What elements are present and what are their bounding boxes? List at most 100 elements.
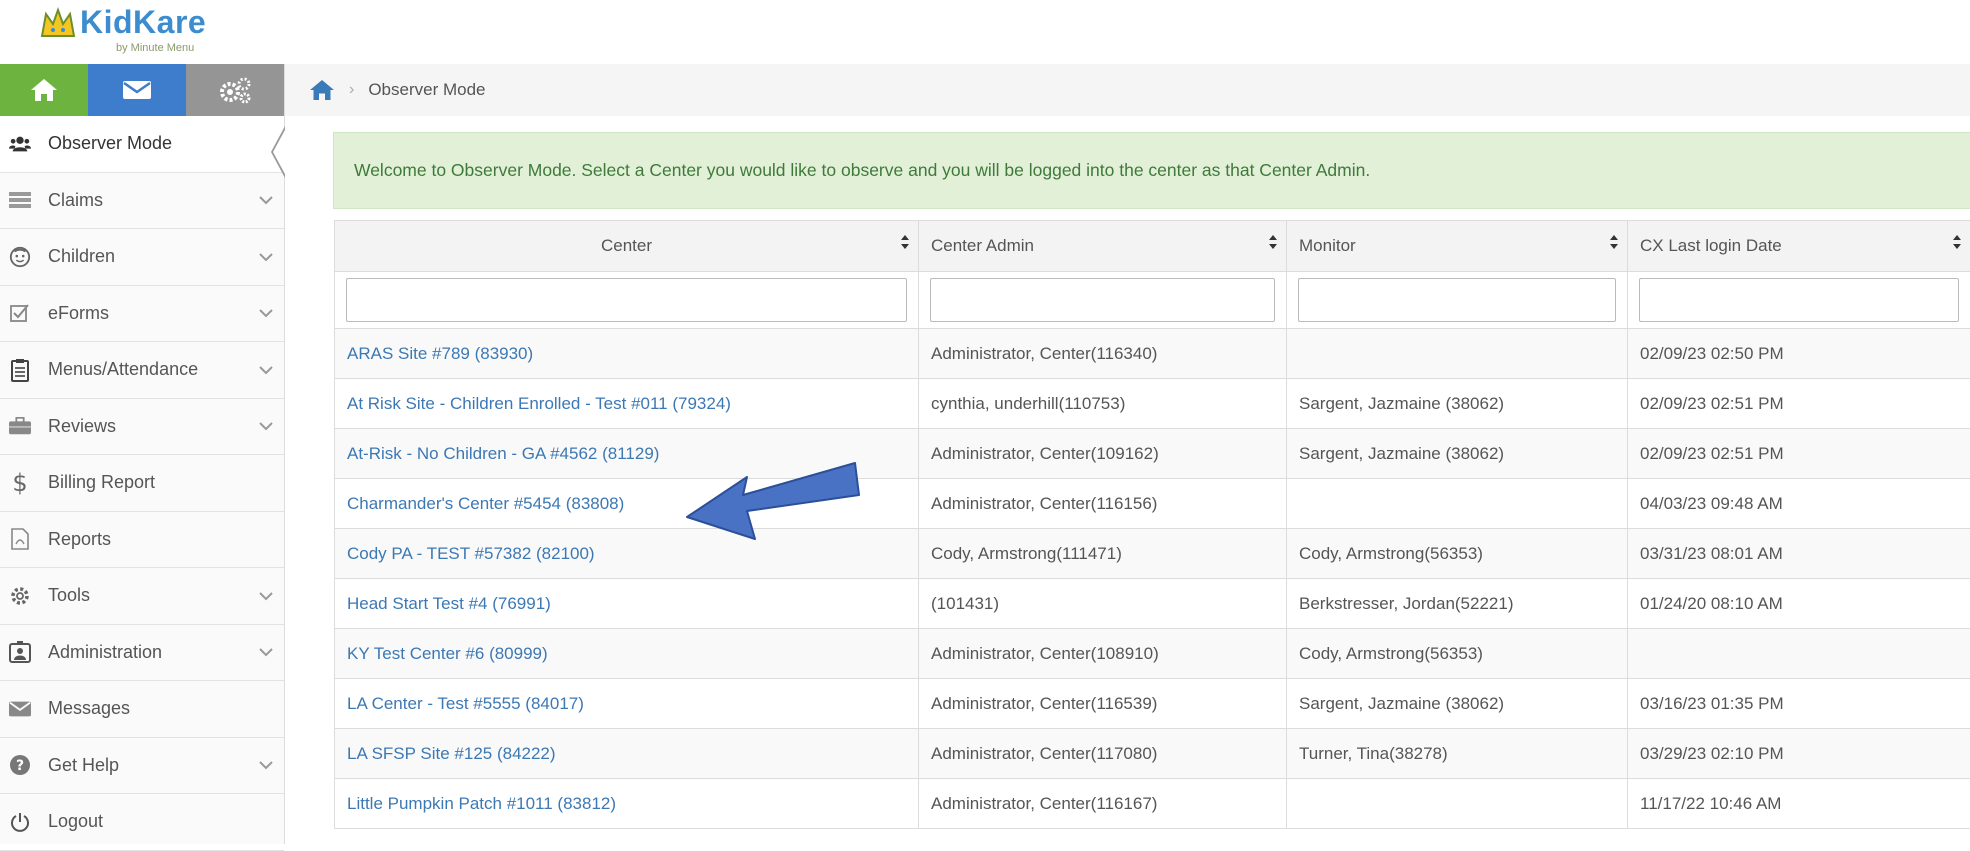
settings-button[interactable] (186, 64, 284, 116)
sidebar-item-claims[interactable]: Claims (0, 173, 284, 230)
breadcrumb: › Observer Mode (285, 64, 1970, 116)
column-header-monitor[interactable]: Monitor (1287, 221, 1628, 272)
column-header-last-login[interactable]: CX Last login Date (1628, 221, 1970, 272)
filter-row (335, 272, 1970, 329)
sidebar-item-label: Tools (48, 585, 90, 606)
sidebar-item-logout[interactable]: Logout (0, 794, 284, 851)
chevron-down-icon (258, 591, 274, 601)
mail-button[interactable] (88, 64, 186, 116)
center-cell: LA SFSP Site #125 (84222) (335, 729, 919, 779)
question-icon: ? (9, 754, 31, 776)
column-header-label: Center Admin (931, 236, 1034, 255)
breadcrumb-home-icon[interactable] (309, 79, 335, 101)
pdf-file-icon (9, 528, 31, 550)
centers-table: Center Center Admin Monitor CX Last logi… (334, 220, 1970, 829)
last-login-cell: 02/09/23 02:51 PM (1628, 379, 1970, 429)
monitor-cell: Cody, Armstrong(56353) (1287, 529, 1628, 579)
table-row[interactable]: Cody PA - TEST #57382 (82100) Cody, Armst… (335, 529, 1970, 579)
table-row[interactable]: Little Pumpkin Patch #1011 (83812)Admini… (335, 779, 1970, 829)
center-link[interactable]: LA Center - Test #5555 (84017) (347, 694, 584, 713)
table-row[interactable]: At-Risk - No Children - GA #4562 (81129)… (335, 429, 1970, 479)
cell-text: Administrator, Center(108910) (931, 644, 1159, 663)
last-login-filter-input[interactable] (1639, 278, 1959, 322)
sidebar-item-tools[interactable]: Tools (0, 568, 284, 625)
cell-text: Administrator, Center(116156) (931, 494, 1157, 513)
table-row[interactable]: ARAS Site #789 (83930) Administrator, Cen… (335, 329, 1970, 379)
cell-text: 02/09/23 02:50 PM (1640, 344, 1784, 363)
cell-text: Administrator, Center(117080) (931, 744, 1157, 763)
chevron-down-icon (258, 760, 274, 770)
center-filter-input[interactable] (346, 278, 907, 322)
sidebar-item-observer-mode[interactable]: Observer Mode (0, 116, 284, 173)
center-link[interactable]: LA SFSP Site #125 (84222) (347, 744, 556, 763)
sidebar-item-administration[interactable]: Administration (0, 625, 284, 682)
center-link[interactable]: Cody PA - TEST #57382 (82100) (347, 544, 595, 563)
sidebar-nav: Observer Mode Claims Children eForms (0, 116, 284, 851)
center-admin-cell: Administrator, Center(117080) (919, 729, 1287, 779)
table-row[interactable]: LA Center - Test #5555 (84017) Administra… (335, 679, 1970, 729)
sidebar-item-label: Children (48, 246, 115, 267)
monitor-filter-input[interactable] (1298, 278, 1616, 322)
sidebar-item-label: Reports (48, 529, 111, 550)
logo-brand-text: KidKare (80, 4, 206, 41)
logo-mark-icon (38, 6, 78, 42)
filter-cell (335, 272, 919, 329)
sidebar-item-billing-report[interactable]: $ Billing Report (0, 455, 284, 512)
center-admin-cell: Administrator, Center(116340) (919, 329, 1287, 379)
center-link[interactable]: KY Test Center #6 (80999) (347, 644, 548, 663)
dollar-icon: $ (9, 472, 31, 494)
cell-text: Cody, Armstrong(56353) (1299, 544, 1483, 563)
monitor-cell: Cody, Armstrong(56353) (1287, 629, 1628, 679)
center-admin-cell: cynthia, underhill(110753) (919, 379, 1287, 429)
power-icon (9, 811, 31, 833)
monitor-cell: Berkstresser, Jordan(52221) (1287, 579, 1628, 629)
center-admin-cell: Administrator, Center(116539) (919, 679, 1287, 729)
center-link[interactable]: ARAS Site #789 (83930) (347, 344, 533, 363)
last-login-cell: 11/17/22 10:46 AM (1628, 779, 1970, 829)
sidebar-item-reports[interactable]: Reports (0, 512, 284, 569)
center-admin-cell: Cody, Armstrong(111471) (919, 529, 1287, 579)
kidkare-logo[interactable]: KidKare by Minute Menu (38, 6, 238, 58)
table-row[interactable]: Charmander's Center #5454 (83808) Adminis… (335, 479, 1970, 529)
sidebar-item-children[interactable]: Children (0, 229, 284, 286)
table-row[interactable]: LA SFSP Site #125 (84222) Administrator, … (335, 729, 1970, 779)
home-button[interactable] (0, 64, 88, 116)
breadcrumb-current: Observer Mode (368, 80, 485, 100)
monitor-cell (1287, 329, 1628, 379)
center-link[interactable]: At-Risk - No Children - GA #4562 (81129) (347, 444, 659, 463)
last-login-cell: 04/03/23 09:48 AM (1628, 479, 1970, 529)
center-admin-filter-input[interactable] (930, 278, 1275, 322)
center-cell: ARAS Site #789 (83930) (335, 329, 919, 379)
svg-text:?: ? (16, 758, 24, 774)
center-link[interactable]: Head Start Test #4 (76991) (347, 594, 551, 613)
sidebar-item-eforms[interactable]: eForms (0, 286, 284, 343)
sidebar-item-messages[interactable]: Messages (0, 681, 284, 738)
monitor-cell: Sargent, Jazmaine (38062) (1287, 429, 1628, 479)
center-link[interactable]: Charmander's Center #5454 (83808) (347, 494, 624, 513)
center-cell: At Risk Site - Children Enrolled - Test … (335, 379, 919, 429)
sort-icon (1952, 233, 1962, 251)
center-link[interactable]: At Risk Site - Children Enrolled - Test … (347, 394, 731, 413)
table-row[interactable]: KY Test Center #6 (80999) Administrator, … (335, 629, 1970, 679)
sidebar-item-reviews[interactable]: Reviews (0, 399, 284, 456)
logo-tagline: by Minute Menu (116, 42, 194, 54)
cell-text: Administrator, Center(116340) (931, 344, 1157, 363)
monitor-cell (1287, 779, 1628, 829)
chevron-down-icon (258, 195, 274, 205)
sidebar-item-label: Get Help (48, 755, 119, 776)
column-header-center[interactable]: Center (335, 221, 919, 272)
quick-buttons (0, 64, 284, 116)
users-icon (9, 133, 31, 155)
column-header-center-admin[interactable]: Center Admin (919, 221, 1287, 272)
sidebar-item-label: Reviews (48, 416, 116, 437)
sidebar-item-label: Observer Mode (48, 133, 172, 154)
table-row[interactable]: At Risk Site - Children Enrolled - Test … (335, 379, 1970, 429)
center-cell: Little Pumpkin Patch #1011 (83812) (335, 779, 919, 829)
sidebar-item-label: Administration (48, 642, 162, 663)
center-link[interactable]: Little Pumpkin Patch #1011 (83812) (347, 794, 616, 813)
table-row[interactable]: Head Start Test #4 (76991)(101431)Berkst… (335, 579, 1970, 629)
sidebar-item-get-help[interactable]: ? Get Help (0, 738, 284, 795)
cell-text: Administrator, Center(116539) (931, 694, 1157, 713)
last-login-cell: 01/24/20 08:10 AM (1628, 579, 1970, 629)
sidebar-item-menus-attendance[interactable]: Menus/Attendance (0, 342, 284, 399)
